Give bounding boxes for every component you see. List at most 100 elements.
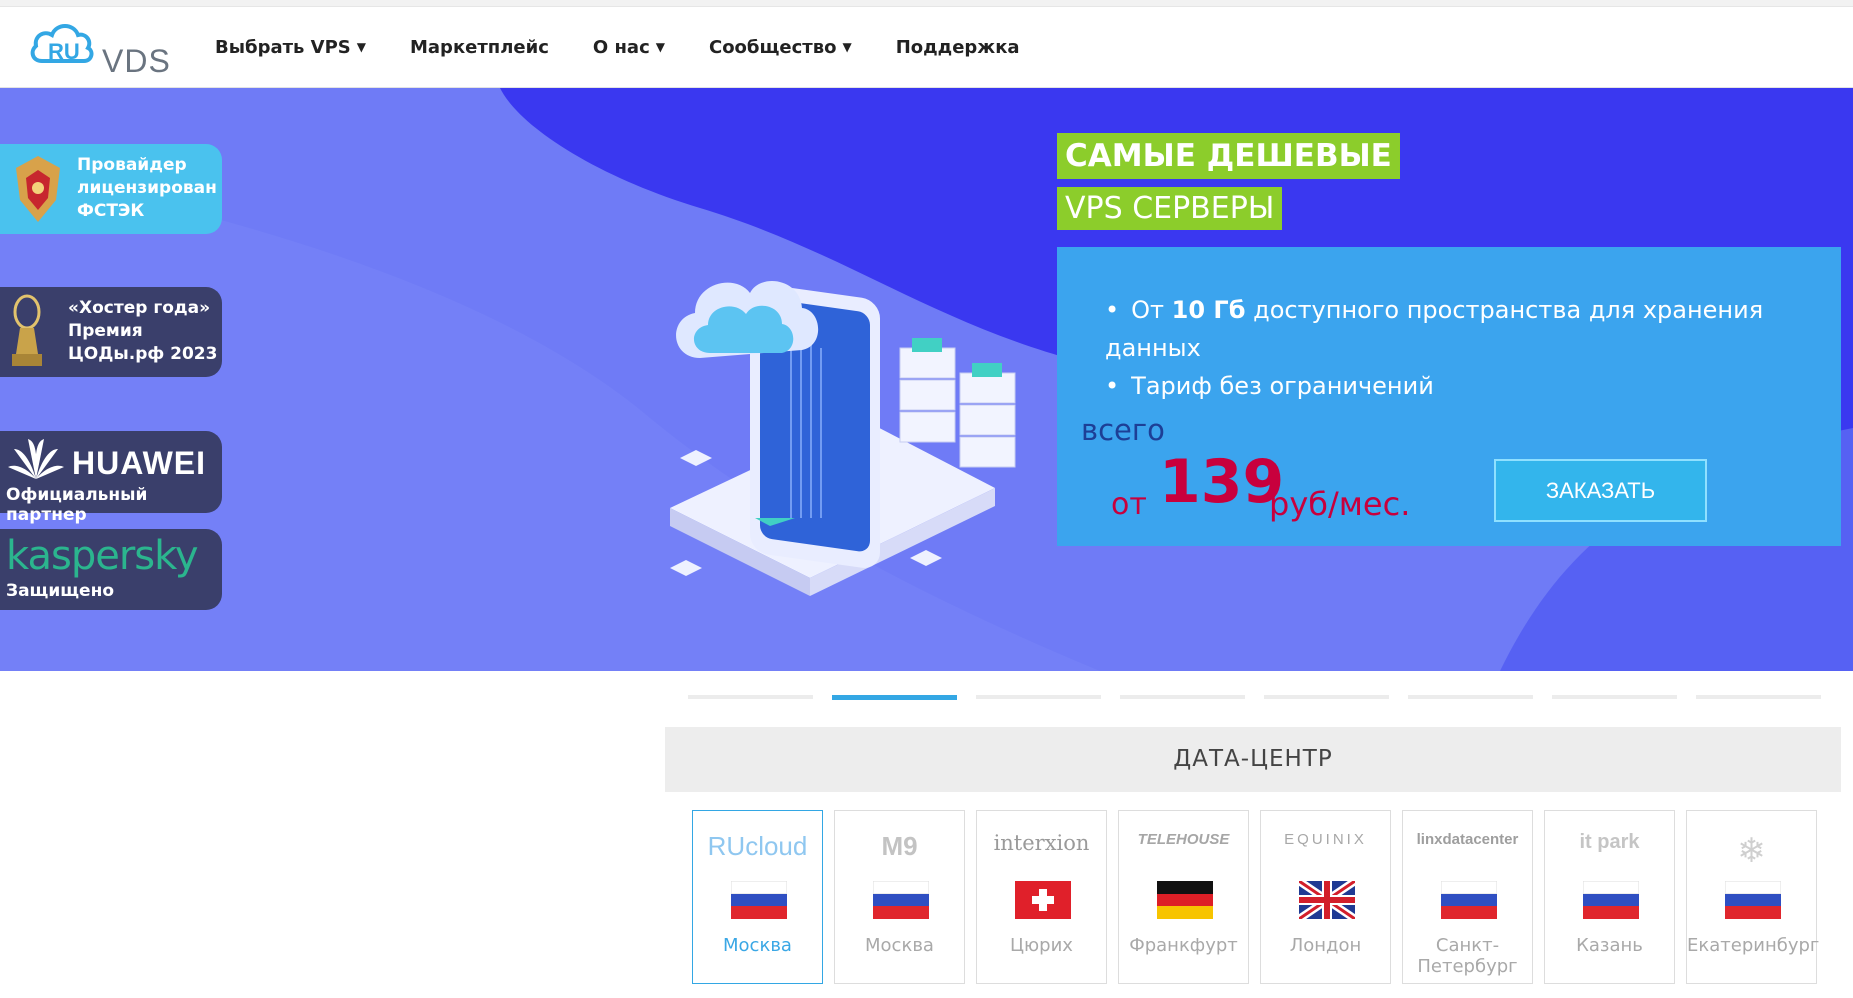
flag-russia-icon [1725,881,1781,919]
nav-support-label: Поддержка [895,37,1020,58]
rucloud-logo: RUcloud [693,831,822,867]
datacenter-city: Цюрих [1010,935,1073,956]
order-button[interactable]: ЗАКАЗАТЬ [1494,459,1707,522]
slider-dot[interactable] [1264,695,1389,699]
datacenter-city: Москва [865,935,934,956]
bullet2-text: Тариф без ограничений [1131,372,1434,400]
slider-dot-active[interactable] [832,695,957,700]
promo-tag-vps: VPS СЕРВЕРЫ [1057,187,1283,230]
itpark-logo: it park [1545,831,1674,867]
datacenter-card-equinix[interactable]: EQUINIX Лондон [1260,810,1391,984]
rucloud-logo-text: RUcloud [707,831,808,861]
fstek-badge-text: Провайдер лицензирован ФСТЭК [77,154,217,223]
flag-russia-icon [731,881,787,919]
datacenter-city: Франкфурт [1129,935,1238,956]
cloud-server-illustration [670,281,1016,596]
fstek-line-2: лицензирован [77,178,217,198]
nav-community[interactable]: Сообщество ▼ [709,37,852,58]
nav-about[interactable]: О нас ▼ [593,37,665,58]
datacenter-card-itpark[interactable]: it park Казань [1544,810,1675,984]
hoster-line-1: «Хостер года» [68,298,211,318]
datacenter-card-telehouse[interactable]: TELEHOUSE Франкфурт [1118,810,1249,984]
datacenter-card-interxion[interactable]: interxion Цюрих [976,810,1107,984]
datacenter-card-rucloud[interactable]: RUcloud Москва [692,810,823,984]
flag-uk-icon [1299,881,1355,919]
caret-down-icon: ▼ [655,40,665,54]
huawei-petals-icon [8,439,64,479]
m9-logo: M9 [835,831,964,867]
price-value: 139 [1159,447,1285,517]
hoster-line-2: Премия [68,321,143,341]
huawei-wordmark: HUAWEI [72,445,206,481]
logo-vds-text: VDS [102,43,171,79]
datacenter-card-m9[interactable]: M9 Москва [834,810,965,984]
datacenter-city: Екатеринбург [1687,935,1820,956]
bullet1-bold: 10 Гб [1171,296,1246,324]
offer-bullet-unlimited: Тариф без ограничений [1105,367,1841,405]
fstek-line-1: Провайдер [77,155,187,175]
caret-down-icon: ▼ [842,40,852,54]
nav-support[interactable]: Поддержка [896,37,1020,58]
telehouse-logo: TELEHOUSE [1119,831,1248,867]
nav-marketplace[interactable]: Маркетплейс [410,37,549,58]
server-stack [899,338,1016,468]
bullet1-prefix: От [1131,296,1172,324]
slider-dot[interactable] [688,695,813,699]
datacenter-card-ekaterinburg[interactable]: ❄ Екатеринбург [1686,810,1820,984]
cloud-logo-icon: RU [30,24,94,64]
equinix-logo: EQUINIX [1261,831,1390,867]
flag-russia-icon [1583,881,1639,919]
hoster-badge-text: «Хостер года» Премия ЦОДы.рф 2023 [68,297,217,366]
hero-banner[interactable]: Провайдер лицензирован ФСТЭК «Хостер год… [0,88,1853,671]
offer-bullets: От 10 Гб доступного пространства для хра… [1105,291,1841,405]
datacenter-city: Санкт- Петербург [1403,935,1532,977]
hoster-line-3: ЦОДы.рф 2023 [68,344,218,364]
linx-logo: linxdatacenter [1403,831,1532,867]
nav-about-label: О нас [592,37,650,58]
linx-logo-text: linxdatacenter [1416,831,1519,848]
top-strip [0,0,1853,7]
city-line-2: Петербург [1417,956,1518,977]
datacenter-card-linxdatacenter[interactable]: linxdatacenter Санкт- Петербург [1402,810,1533,984]
emblem-icon [16,156,60,222]
fstek-license-badge[interactable]: Провайдер лицензирован ФСТЭК [0,144,222,234]
hoster-of-year-badge[interactable]: «Хостер года» Премия ЦОДы.рф 2023 [0,287,222,377]
slider-dot[interactable] [1408,695,1533,699]
huawei-subtitle: Официальный партнер [6,485,148,525]
flag-switzerland-icon [1015,881,1071,919]
snowflake-icon: ❄ [1737,832,1766,870]
slider-indicators [688,695,1840,700]
kaspersky-wordmark: kaspersky [6,533,199,579]
interxion-logo-text: interxion [993,831,1090,855]
fstek-line-3: ФСТЭК [77,201,145,221]
datacenter-city: Москва [723,935,792,956]
city-line-1: Санкт- [1435,935,1500,956]
price-unit: руб/мес. [1269,485,1411,523]
kaspersky-subtitle: Защищено [6,581,115,601]
ruvds-logo[interactable]: RU VDS [28,17,171,79]
slider-dot[interactable] [1552,695,1677,699]
nav-choose-vps[interactable]: Выбрать VPS ▼ [215,37,366,58]
datacenter-city: Лондон [1289,935,1362,956]
equinix-logo-text: EQUINIX [1284,831,1367,848]
datacenter-grid: RUcloud Москва M9 Москва interxion Цюрих… [692,810,1828,984]
slider-dot[interactable] [976,695,1101,699]
slider-dot[interactable] [1120,695,1245,699]
huawei-partner-badge[interactable]: HUAWEI Официальный партнер [0,431,222,525]
logo-ru-text: RU [48,39,80,64]
kaspersky-badge[interactable]: kaspersky Защищено [0,529,222,610]
itpark-logo-text: it park [1579,831,1640,853]
offer-panel: От 10 Гб доступного пространства для хра… [1057,247,1841,546]
interxion-logo: interxion [977,831,1106,867]
slider-dot[interactable] [1696,695,1821,699]
promo-tag-cheapest: САМЫЕ ДЕШЕВЫЕ [1057,133,1400,179]
trophy-icon [12,294,42,366]
price-prefix-from: от [1111,487,1147,522]
caret-down-icon: ▼ [356,40,366,54]
flag-russia-icon [873,881,929,919]
nav-choose-vps-label: Выбрать VPS [215,37,351,58]
telehouse-logo-text: TELEHOUSE [1137,831,1230,848]
main-nav: Выбрать VPS ▼ Маркетплейс О нас ▼ Сообщест… [215,37,1064,58]
price-prefix-total: всего [1081,413,1165,447]
flag-germany-icon [1157,881,1213,919]
